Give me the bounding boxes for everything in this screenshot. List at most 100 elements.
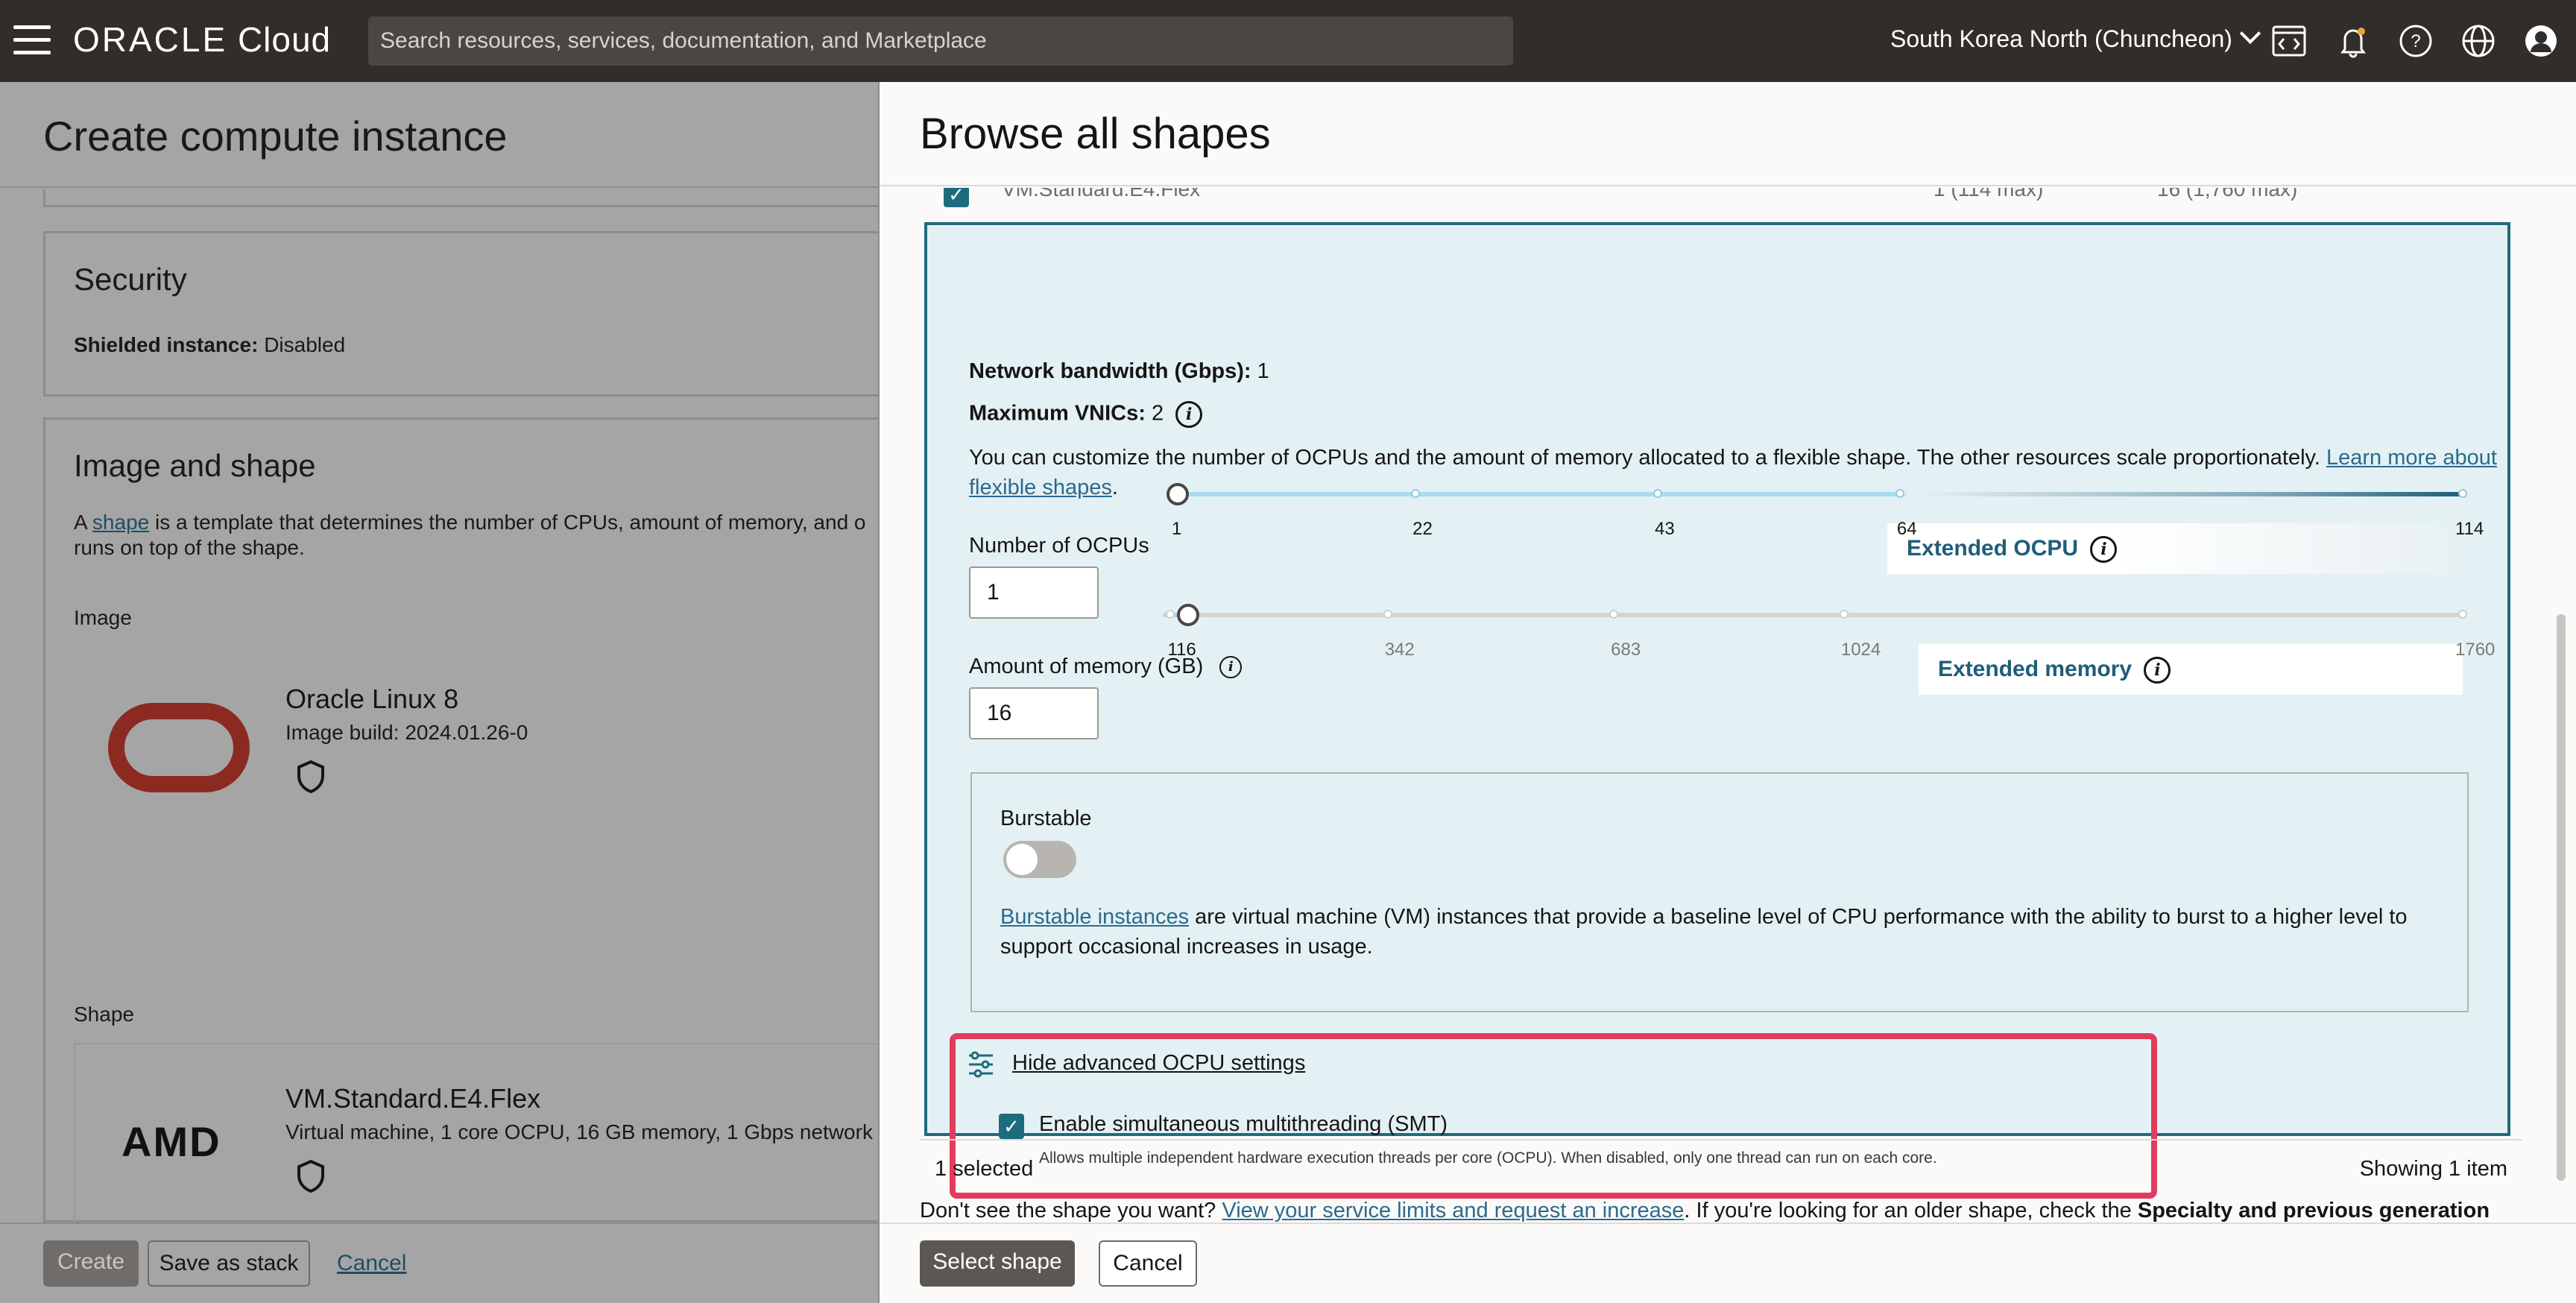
row-memory: 16 (1,760 max) — [2157, 188, 2298, 201]
oracle-linux-logo — [108, 703, 250, 792]
burstable-instances-link[interactable]: Burstable instances — [1000, 905, 1189, 929]
smt-checkbox[interactable]: ✓ — [999, 1114, 1024, 1139]
slider-tick-label: 1024 — [1840, 640, 1881, 660]
burstable-label: Burstable — [1000, 807, 1092, 830]
chevron-down-icon — [2239, 22, 2261, 45]
slider-tick-label: 64 — [1896, 519, 1917, 539]
page-title: Create compute instance — [43, 113, 508, 160]
panel-action-bar: Select shape Cancel — [880, 1222, 2576, 1303]
image-label: Image — [74, 606, 132, 629]
hide-advanced-ocpu-link[interactable]: Hide advanced OCPU settings — [1012, 1051, 1305, 1076]
slider-tick-label: 1760 — [2455, 640, 2496, 660]
shielded-instance-row: Shielded instance: Disabled — [74, 333, 346, 356]
row-ocpu: 1 (114 max) — [1933, 188, 2044, 201]
slider-tick-label: 22 — [1412, 519, 1433, 539]
row-checkbox[interactable]: ✓ — [944, 188, 969, 207]
code-editor-icon[interactable] — [2270, 22, 2308, 60]
security-heading: Security — [74, 262, 187, 297]
user-avatar-icon[interactable] — [2522, 22, 2560, 60]
slider-tick-label: 683 — [1611, 640, 1641, 660]
shape-help-note: Don't see the shape you want? View your … — [920, 1199, 2490, 1222]
service-limits-link[interactable]: View your service limits and request an … — [1222, 1199, 1684, 1222]
shape-name: VM.Standard.E4.Flex — [285, 1083, 541, 1114]
slider-tick — [1839, 610, 1849, 619]
info-icon[interactable]: i — [2144, 657, 2171, 684]
slider-tick — [1166, 610, 1175, 619]
extended-ocpu-label: Extended OCPU i — [1887, 523, 2463, 574]
toggle-knob — [1006, 844, 1038, 875]
create-button[interactable]: Create — [43, 1240, 139, 1287]
slider-tick-label: 114 — [2455, 519, 2484, 539]
slider-thumb[interactable] — [1177, 604, 1199, 626]
image-shape-heading: Image and shape — [74, 448, 316, 483]
bandwidth-row: Network bandwidth (Gbps): 1 — [969, 359, 1269, 383]
extended-memory-label: Extended memory i — [1919, 644, 2463, 695]
flexible-shapes-link[interactable]: flexible shapes — [969, 476, 1112, 499]
image-shape-section: Image and shape A shape is a template th… — [43, 417, 880, 1247]
slider-tick-label: 116 — [1167, 640, 1196, 660]
panel-cancel-button[interactable]: Cancel — [1099, 1240, 1197, 1287]
shape-link[interactable]: shape — [92, 511, 149, 534]
slider-tick — [1411, 489, 1421, 498]
slider-track[interactable] — [1175, 492, 2463, 496]
svg-text:?: ? — [2411, 31, 2420, 51]
shield-icon — [296, 760, 326, 794]
divider — [880, 185, 2576, 186]
ocpu-label: Number of OCPUs — [969, 534, 1149, 558]
smt-label: Enable simultaneous multithreading (SMT) — [1039, 1112, 1448, 1136]
shield-icon — [296, 1159, 326, 1193]
panel-title: Browse all shapes — [920, 110, 1271, 158]
memory-label: Amount of memory (GB) i — [969, 654, 1243, 679]
learn-more-link[interactable]: Learn more about — [2326, 446, 2497, 470]
slider-tick-label: 342 — [1384, 640, 1415, 660]
oracle-cloud-logo[interactable]: ORACLE Cloud — [73, 19, 331, 60]
shape-description-line2: runs on top of the shape. — [74, 536, 305, 559]
slider-tick — [1653, 489, 1662, 498]
ocpu-input[interactable]: 1 — [969, 567, 1099, 619]
browse-shapes-panel: Browse all shapes ✓ VM.Standard.E4.Flex … — [878, 82, 2576, 1303]
top-bar: ORACLE Cloud Search resources, services,… — [0, 0, 2576, 82]
slider-tick — [1895, 489, 1904, 498]
vnics-row: Maximum VNICs: 2 i — [969, 401, 1203, 428]
search-input[interactable]: Search resources, services, documentatio… — [368, 16, 1513, 66]
slider-track[interactable] — [1163, 613, 2463, 617]
shape-table-row[interactable]: ✓ VM.Standard.E4.Flex 1 (114 max) 16 (1,… — [920, 188, 2522, 218]
shape-label: Shape — [74, 1003, 134, 1026]
showing-count: Showing 1 item — [2359, 1157, 2507, 1181]
burstable-toggle[interactable] — [1003, 841, 1076, 878]
memory-input[interactable]: 16 — [969, 687, 1099, 739]
burstable-section: Burstable Burstable instances are virtua… — [970, 772, 2469, 1012]
info-icon[interactable]: i — [2090, 536, 2118, 564]
hamburger-menu-icon[interactable] — [13, 25, 51, 55]
slider-tick-label: 1 — [1172, 519, 1182, 539]
scrollbar[interactable] — [2557, 614, 2566, 1181]
bell-icon[interactable] — [2334, 22, 2372, 60]
help-icon[interactable]: ? — [2397, 22, 2434, 60]
save-as-stack-button[interactable]: Save as stack — [148, 1240, 310, 1287]
burstable-description: Burstable instances are virtual machine … — [1000, 905, 2408, 929]
burstable-description-line2: support occasional increases in usage. — [1000, 935, 1373, 959]
learn-more-line2: flexible shapes. — [969, 476, 1118, 499]
create-instance-page: Create compute instance Security Shielde… — [0, 82, 880, 1303]
slider-thumb[interactable] — [1167, 483, 1189, 505]
table-footer: 1 selected Showing 1 item — [920, 1139, 2522, 1199]
shape-description: A shape is a template that determines th… — [74, 511, 866, 534]
slider-tick — [2458, 489, 2467, 498]
image-build: Image build: 2024.01.26-0 — [285, 721, 528, 744]
selected-count: 1 selected — [935, 1157, 1034, 1181]
info-icon[interactable]: i — [1175, 401, 1203, 428]
divider — [0, 186, 878, 188]
slider-tick — [1383, 610, 1392, 619]
region-selector[interactable]: South Korea North (Chuncheon) — [1890, 22, 2261, 53]
page-action-bar: Create Save as stack Cancel — [0, 1222, 878, 1303]
globe-icon[interactable] — [2460, 22, 2497, 60]
select-shape-button[interactable]: Select shape — [920, 1240, 1075, 1287]
settings-sliders-icon — [966, 1050, 996, 1079]
cancel-link[interactable]: Cancel — [337, 1251, 406, 1276]
row-shape-name: VM.Standard.E4.Flex — [1002, 188, 1201, 201]
slider-tick — [2458, 610, 2467, 619]
security-section: Security Shielded instance: Disabled — [43, 231, 878, 397]
info-icon[interactable]: i — [1219, 656, 1243, 679]
image-name: Oracle Linux 8 — [285, 684, 459, 714]
shape-summary: Virtual machine, 1 core OCPU, 16 GB memo… — [285, 1120, 873, 1143]
